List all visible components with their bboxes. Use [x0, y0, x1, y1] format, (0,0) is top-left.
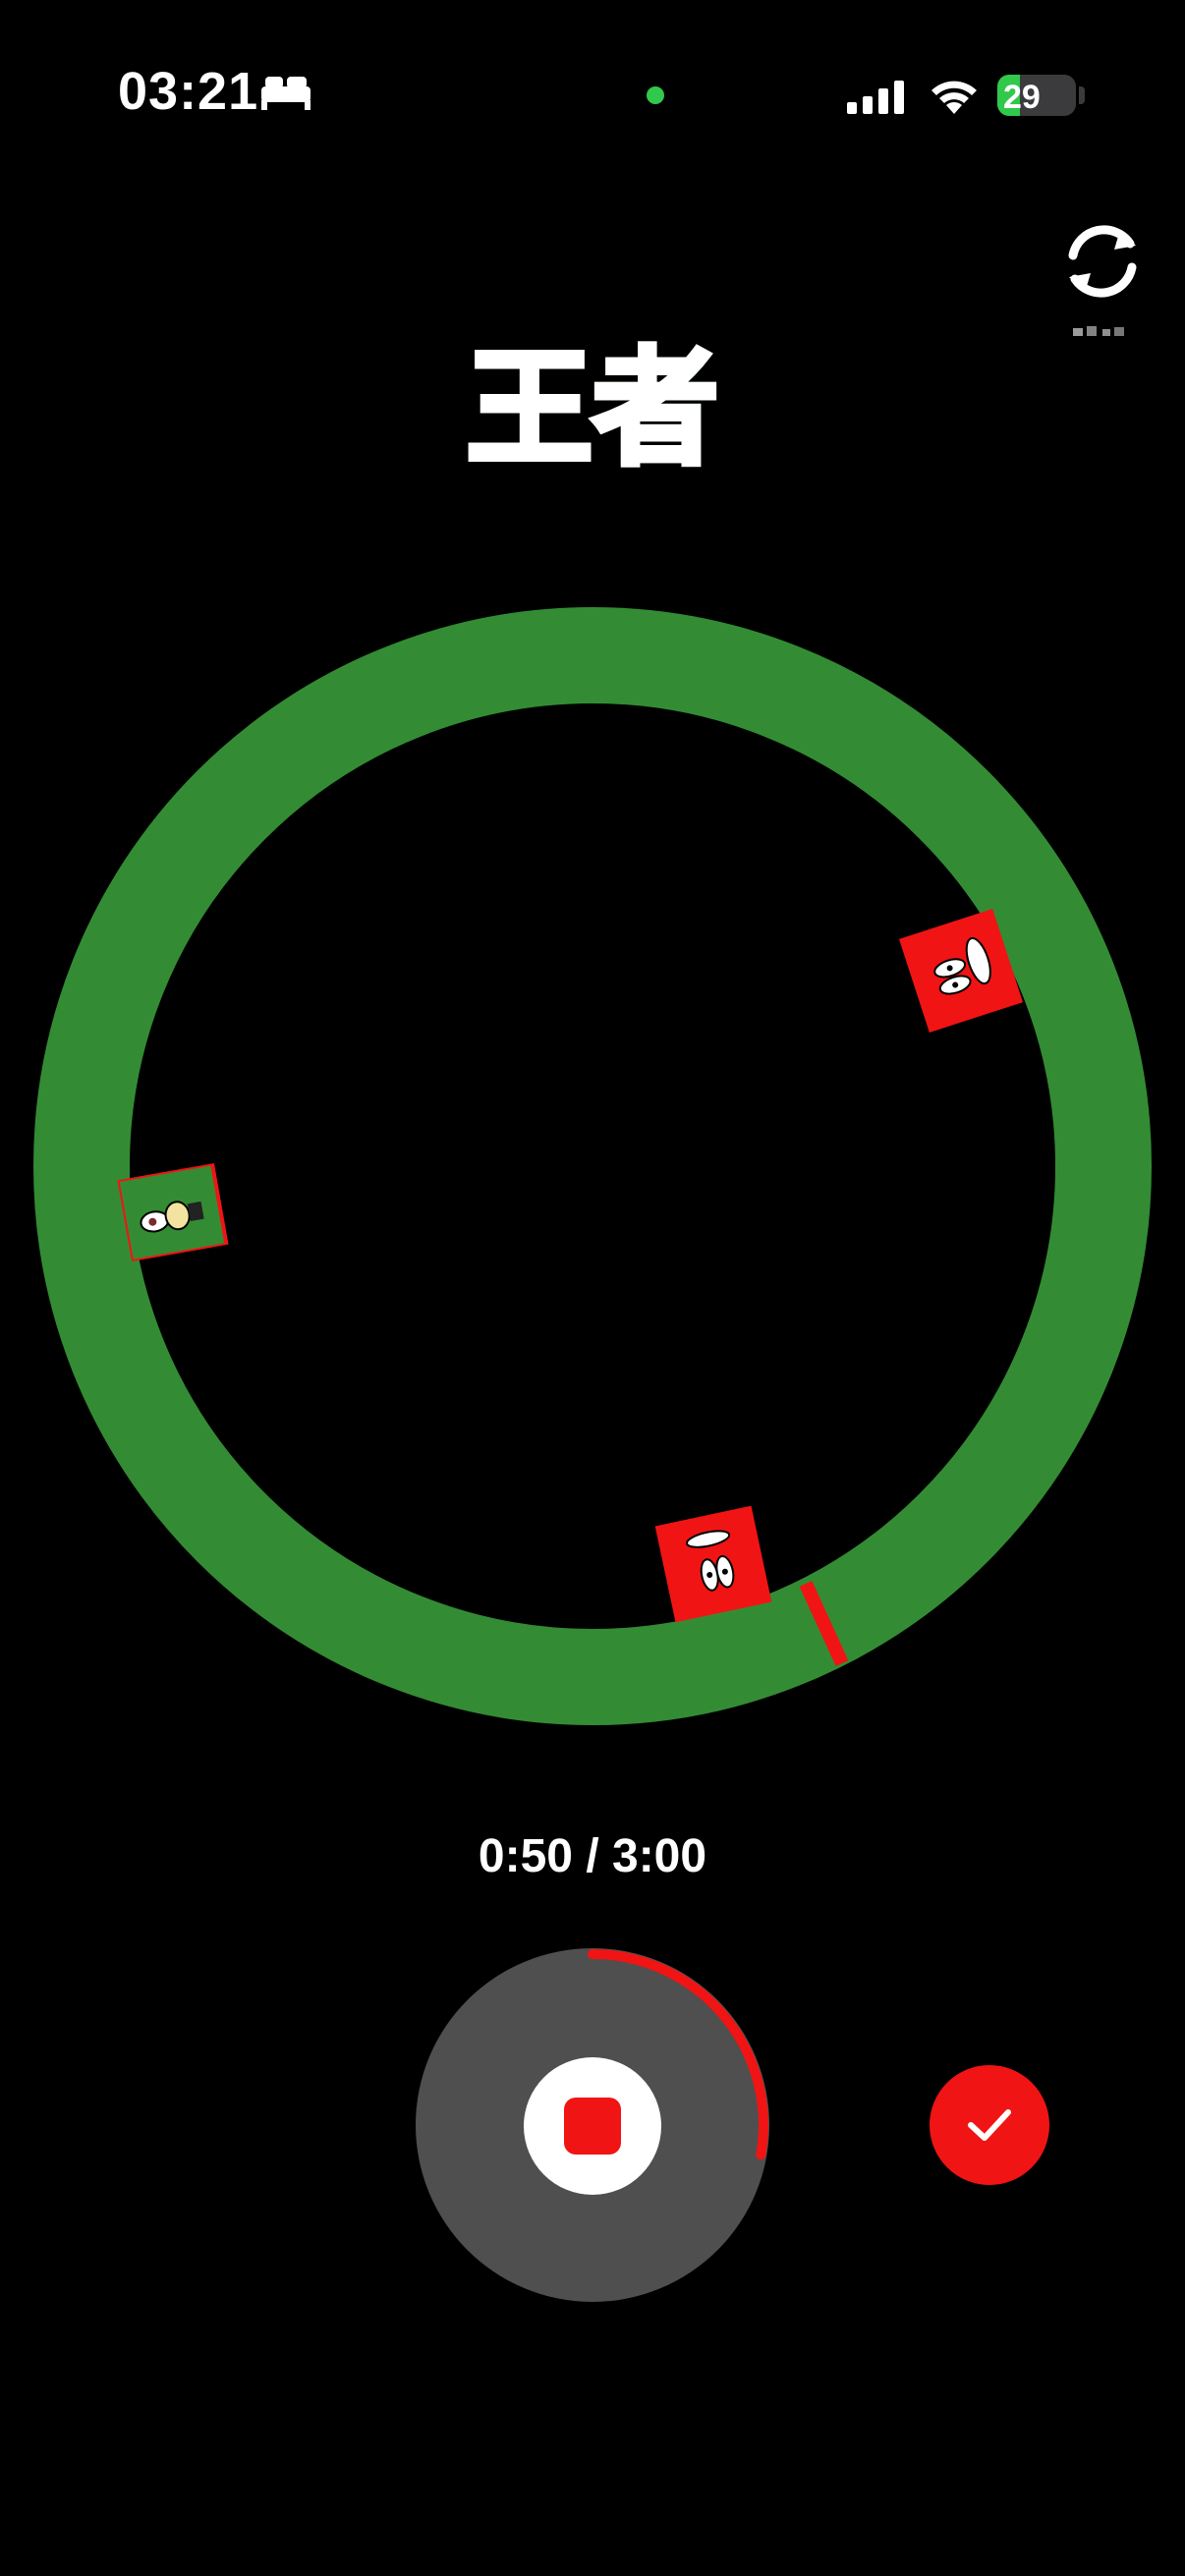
- game-ring-view[interactable]: [0, 550, 1185, 1749]
- recording-timer: 0:50 / 3:00: [478, 1830, 707, 1882]
- sticker-left: [117, 1162, 229, 1262]
- battery-charging-icon: 29: [997, 75, 1076, 116]
- sticker-bottom: [654, 1505, 772, 1623]
- battery-cap: [1079, 86, 1085, 104]
- privacy-indicator-dot: [647, 86, 664, 104]
- confirm-button[interactable]: [930, 2065, 1049, 2185]
- checkmark-icon: [968, 2109, 1011, 2141]
- stop-recording-button[interactable]: [524, 2057, 661, 2195]
- signal-icon: [847, 81, 904, 114]
- stop-icon: [564, 2098, 621, 2155]
- green-ring: [33, 607, 1152, 1725]
- camera-screen: 03:21 29 王者 0:50 / 3:00: [0, 0, 1185, 2576]
- battery-percent: 29: [1003, 79, 1041, 116]
- status-time: 03:21: [118, 62, 259, 121]
- sleep-icon: [261, 77, 310, 110]
- game-title: 王者: [0, 307, 1185, 488]
- wifi-icon: [931, 81, 977, 114]
- flip-camera-icon[interactable]: [1051, 210, 1154, 312]
